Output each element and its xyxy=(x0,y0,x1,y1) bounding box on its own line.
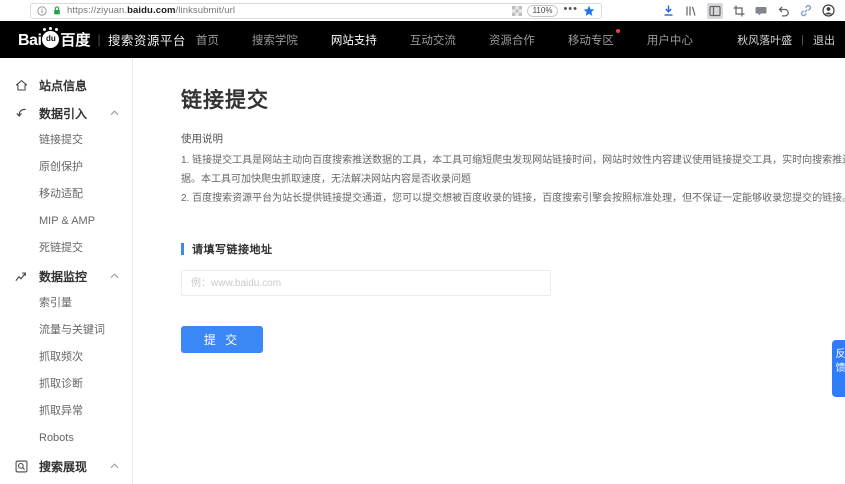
nav-item-site-support[interactable]: 网站支持 xyxy=(331,32,377,48)
feedback-tab[interactable]: 反馈 xyxy=(832,340,845,397)
sidebar-view-icon[interactable] xyxy=(707,3,723,19)
main-content: 链接提交 使用说明 1. 链接提交工具是网站主动向百度搜索推送数据的工具，本工具… xyxy=(133,58,845,484)
sidebar-item-robots[interactable]: Robots xyxy=(0,425,132,452)
logout-link[interactable]: 退出 xyxy=(813,32,835,48)
submit-button[interactable]: 提 交 xyxy=(181,326,263,353)
data-import-icon xyxy=(14,106,30,121)
page-title: 链接提交 xyxy=(181,84,845,114)
sidebar-item-mip-amp[interactable]: MIP & AMP xyxy=(0,208,132,235)
sidebar-section-site-info[interactable]: 站点信息 xyxy=(0,71,132,99)
link-address-label: 请填写链接地址 xyxy=(192,241,273,257)
nav-item-home[interactable]: 首页 xyxy=(196,32,219,48)
chevron-up-icon[interactable] xyxy=(110,110,119,116)
sidebar-item-link-submit[interactable]: 链接提交 xyxy=(0,127,132,154)
chevron-up-icon[interactable] xyxy=(110,463,119,469)
link-address-input[interactable] xyxy=(181,270,551,296)
https-lock-icon[interactable] xyxy=(52,5,62,16)
page-info-icon[interactable] xyxy=(37,6,47,16)
sidebar-item-original-protection[interactable]: 原创保护 xyxy=(0,154,132,181)
permissions-mosaic-icon[interactable] xyxy=(512,6,522,16)
sidebar-item-crawl-errors[interactable]: 抓取异常 xyxy=(0,398,132,425)
new-badge xyxy=(616,29,620,33)
library-icon[interactable] xyxy=(685,5,697,17)
bookmark-star-icon[interactable] xyxy=(583,5,595,17)
browser-toolbar: https://ziyuan.baidu.com/linksubmit/url … xyxy=(0,0,845,21)
sidebar-section-data-import[interactable]: 数据引入 xyxy=(0,99,132,127)
search-box-icon xyxy=(14,459,30,474)
platform-name: 搜索资源平台 xyxy=(108,30,186,49)
page-actions-icon[interactable]: ••• xyxy=(563,4,578,18)
form-label-row: 请填写链接地址 xyxy=(181,241,845,257)
sidebar-item-traffic-keywords[interactable]: 流量与关键词 xyxy=(0,317,132,344)
logo-divider: | xyxy=(97,32,100,47)
address-bar[interactable]: https://ziyuan.baidu.com/linksubmit/url … xyxy=(30,3,602,19)
screenshot-crop-icon[interactable] xyxy=(733,5,745,17)
baidu-logo[interactable]: Bai du 百度 | 搜索资源平台 xyxy=(18,29,186,50)
baidu-paw-icon: du xyxy=(42,31,59,48)
nav-menu: 首页 搜索学院 网站支持 互动交流 资源合作 移动专区 用户中心 xyxy=(196,32,693,48)
sidebar-section-search-display[interactable]: 搜索展现 xyxy=(0,452,132,480)
label-accent-bar xyxy=(181,243,184,255)
nav-divider: | xyxy=(801,34,804,46)
nav-item-user-center[interactable]: 用户中心 xyxy=(647,32,693,48)
sidebar-item-index-volume[interactable]: 索引量 xyxy=(0,290,132,317)
nav-item-academy[interactable]: 搜索学院 xyxy=(252,32,298,48)
download-icon[interactable] xyxy=(662,4,675,17)
chart-icon xyxy=(14,269,30,284)
nav-item-interaction[interactable]: 互动交流 xyxy=(410,32,456,48)
link-icon[interactable] xyxy=(800,5,812,17)
sidebar-section-data-monitoring[interactable]: 数据监控 xyxy=(0,262,132,290)
instruction-line-2: 2. 百度搜索资源平台为站长提供链接提交通道，您可以提交想被百度收录的链接，百度… xyxy=(181,189,845,208)
instructions: 1. 链接提交工具是网站主动向百度搜索推送数据的工具，本工具可缩短爬虫发现网站链… xyxy=(181,151,845,208)
sidebar-item-crawl-diagnosis[interactable]: 抓取诊断 xyxy=(0,371,132,398)
chevron-up-icon[interactable] xyxy=(110,273,119,279)
instructions-title: 使用说明 xyxy=(181,131,845,146)
chat-bubble-icon[interactable] xyxy=(755,5,767,17)
sidebar-item-crawl-frequency[interactable]: 抓取频次 xyxy=(0,344,132,371)
instruction-line-1: 1. 链接提交工具是网站主动向百度搜索推送数据的工具，本工具可缩短爬虫发现网站链… xyxy=(181,151,845,189)
sidebar-item-mobile-adaptation[interactable]: 移动适配 xyxy=(0,181,132,208)
site-nav: Bai du 百度 | 搜索资源平台 首页 搜索学院 网站支持 互动交流 资源合… xyxy=(0,21,845,58)
logo-text-bai: Bai xyxy=(18,32,41,50)
nav-item-cooperation[interactable]: 资源合作 xyxy=(489,32,535,48)
sidebar: 站点信息 数据引入 链接提交 原创保护 移动适配 MIP & AMP 死链提交 … xyxy=(0,58,133,484)
zoom-level-badge[interactable]: 110% xyxy=(527,5,559,17)
logo-text-baidu: 百度 xyxy=(60,29,90,50)
sidebar-item-dead-link[interactable]: 死链提交 xyxy=(0,235,132,262)
username[interactable]: 秋风落叶盛 xyxy=(737,32,792,48)
home-icon xyxy=(14,78,30,93)
url-text[interactable]: https://ziyuan.baidu.com/linksubmit/url xyxy=(67,5,235,16)
profile-icon[interactable] xyxy=(822,4,835,17)
nav-item-mobile-zone[interactable]: 移动专区 xyxy=(568,32,614,48)
undo-arrow-icon[interactable] xyxy=(777,5,790,17)
